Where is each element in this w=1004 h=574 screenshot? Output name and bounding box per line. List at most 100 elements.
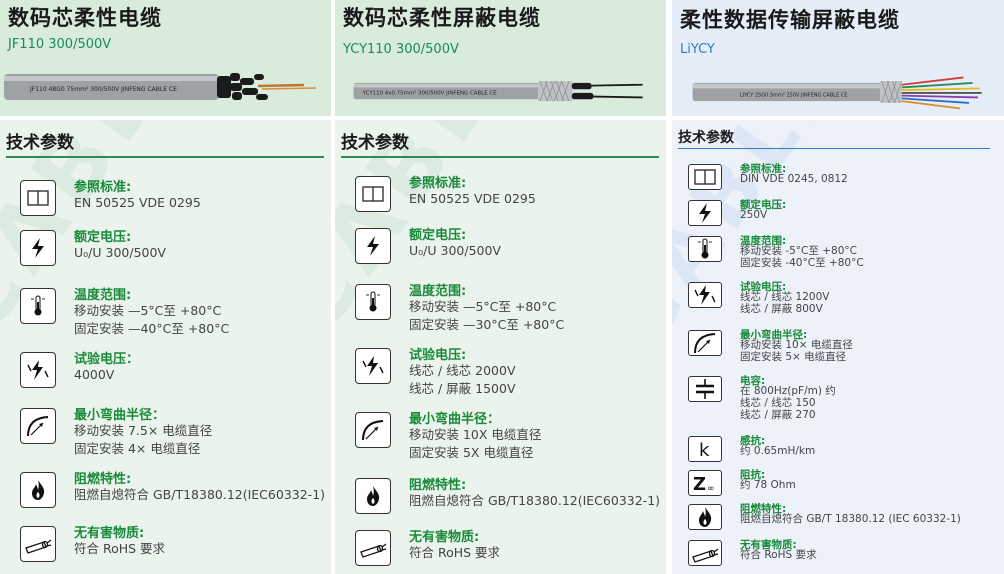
- spec-value: 固定安装 5X 电缆直径: [409, 445, 534, 460]
- spec-label: 额定电压:: [409, 228, 467, 243]
- spec-value: 线芯 / 线芯 150: [740, 397, 816, 409]
- spec-label: 阻燃特性:: [74, 472, 132, 487]
- panel-model: YCY110 300/500V: [343, 42, 459, 57]
- bend-radius-icon: [355, 412, 391, 448]
- spec-label: 最小弯曲半径：: [409, 412, 501, 427]
- spec-value: 移动安装 7.5× 电缆直径: [74, 423, 213, 438]
- tech-title: 技术参数: [341, 133, 409, 153]
- lightning-icon: [688, 200, 722, 226]
- impedance-icon: Z ∞: [688, 470, 722, 496]
- panel-title: 柔性数据传输屏蔽电缆: [680, 8, 900, 32]
- spec-value: 移动安装 10× 电缆直径: [740, 339, 853, 351]
- lightning-icon: [355, 228, 391, 264]
- spec-value: 移动安装 -5°C至 +80°C: [740, 245, 857, 257]
- spec-value: 4000V: [74, 367, 115, 382]
- spec-value: 线芯 / 线芯 2000V: [409, 363, 516, 378]
- panel-model: LiYCY: [680, 42, 715, 57]
- spec-value: 固定安装 5× 电缆直径: [740, 351, 847, 363]
- panel-model: JF110 300/500V: [8, 37, 112, 52]
- test-voltage-icon: [688, 282, 722, 308]
- spec-value: EN 50525 VDE 0295: [74, 195, 201, 210]
- spec-label: 温度范围:: [409, 284, 467, 299]
- cable-photo: JF110 48G0.75mm² 300/500V JINFENG CABLE …: [4, 73, 317, 100]
- panel-title: 数码芯柔性电缆: [8, 6, 162, 30]
- spec-label: 试验电压：: [74, 352, 140, 367]
- test-voltage-icon: [20, 352, 56, 388]
- bend-radius-icon: [688, 330, 722, 356]
- panel-header: 柔性数据传输屏蔽电缆 LiYCY LIYCY 25G0.5mm² 250V JI…: [672, 0, 1004, 116]
- spec-value: 线芯 / 屏蔽 270: [740, 409, 816, 421]
- cable-print: JF110 48G0.75mm² 300/500V JINFENG CABLE …: [29, 86, 177, 93]
- spec-value: 线芯 / 线芯 1200V: [740, 291, 830, 303]
- tech-divider: [341, 156, 659, 158]
- spec-value: 符合 RoHS 要求: [409, 545, 501, 560]
- spec-value: U₀/U 300/500V: [409, 243, 501, 258]
- thermometer-icon: [20, 288, 56, 324]
- spec-value: 固定安装 —40°C至 +80°C: [74, 321, 230, 336]
- tech-section: CABLE 技术参数 参照标准: DIN VDE 0245, 0812 额定电压: 2…: [672, 120, 1004, 574]
- cable-icon: [20, 526, 56, 562]
- spec-value: 符合 RoHS 要求: [740, 549, 817, 561]
- lightning-icon: [20, 230, 56, 266]
- spec-value: 阻燃自熄符合 GB/T 18380.12 (IEC 60332-1): [740, 513, 961, 525]
- spec-value: 符合 RoHS 要求: [74, 541, 166, 556]
- spec-label: 无有害物质:: [409, 530, 480, 545]
- tech-section: CABLE 技术参数 参照标准: EN 50525 VDE 0295 额定电压: U₀…: [0, 120, 331, 574]
- spec-value: 阻燃自熄符合 GB/T18380.12(IEC60332-1): [409, 493, 661, 508]
- spec-value: 移动安装 —5°C至 +80°C: [74, 303, 222, 318]
- book-icon: [688, 164, 722, 190]
- inductance-icon: k: [688, 436, 722, 462]
- panel-title: 数码芯柔性屏蔽电缆: [343, 6, 541, 30]
- spec-value: 约 0.65mH/km: [740, 445, 816, 457]
- flame-icon: [688, 504, 722, 530]
- tech-divider: [6, 156, 324, 158]
- spec-value: 约 78 Ohm: [740, 479, 796, 491]
- spec-label: 试验电压:: [409, 348, 467, 363]
- spec-label: 额定电压:: [74, 230, 132, 245]
- spec-value: EN 50525 VDE 0295: [409, 191, 536, 206]
- svg-text:∞: ∞: [707, 484, 715, 493]
- test-voltage-icon: [355, 348, 391, 384]
- thermometer-icon: [355, 284, 391, 320]
- tech-title: 技术参数: [678, 130, 734, 146]
- svg-text:k: k: [699, 440, 710, 459]
- cable-icon: [688, 540, 722, 566]
- spec-value: 阻燃自熄符合 GB/T18380.12(IEC60332-1): [74, 487, 326, 502]
- cable-photo: YCY110 4x0.75mm² 300/500V JINFENG CABLE …: [353, 80, 643, 102]
- spec-label: 参照标准:: [74, 180, 132, 195]
- cable-print: LIYCY 25G0.5mm² 250V JINFENG CABLE CE: [740, 93, 848, 99]
- spec-value: 移动安装 10X 电缆直径: [409, 427, 542, 442]
- spec-label: 阻燃特性:: [409, 478, 467, 493]
- cable-photo: LIYCY 25G0.5mm² 250V JINFENG CABLE CE: [692, 76, 982, 110]
- spec-value: U₀/U 300/500V: [74, 245, 166, 260]
- flame-icon: [20, 472, 56, 508]
- spec-value: 在 800Hz(pF/m) 约: [740, 385, 836, 397]
- spec-value: 固定安装 —30°C至 +80°C: [409, 317, 565, 332]
- cable-panel-liycy: 柔性数据传输屏蔽电缆 LiYCY LIYCY 25G0.5mm² 250V JI…: [672, 0, 1004, 574]
- cable-panel-jf110: 数码芯柔性电缆 JF110 300/500V JF110 48G0.75mm² …: [0, 0, 331, 574]
- cable-print: YCY110 4x0.75mm² 300/500V JINFENG CABLE …: [362, 90, 498, 97]
- bend-radius-icon: [20, 408, 56, 444]
- spec-value: 移动安装 —5°C至 +80°C: [409, 299, 557, 314]
- spec-value: 线芯 / 屏蔽 800V: [740, 303, 823, 315]
- thermometer-icon: [688, 236, 722, 262]
- spec-value: 250V: [740, 209, 768, 221]
- spec-label: 温度范围:: [74, 288, 132, 303]
- cable-panel-ycy110: 数码芯柔性屏蔽电缆 YCY110 300/500V YCY110 4x0.75m…: [335, 0, 666, 574]
- flame-icon: [355, 478, 391, 514]
- spec-value: 线芯 / 屏蔽 1500V: [409, 381, 516, 396]
- spec-label: 无有害物质:: [74, 526, 145, 541]
- tech-title: 技术参数: [6, 133, 74, 153]
- capacitor-icon: [688, 376, 722, 402]
- tech-divider: [678, 148, 990, 149]
- book-icon: [20, 180, 56, 216]
- tech-section: CABLE 技术参数 参照标准: EN 50525 VDE 0295 额定电压: U₀…: [335, 120, 666, 574]
- book-icon: [355, 176, 391, 212]
- svg-text:Z: Z: [693, 474, 706, 493]
- spec-value: 固定安装 -40°C至 +80°C: [740, 257, 864, 269]
- panel-header: 数码芯柔性电缆 JF110 300/500V JF110 48G0.75mm² …: [0, 0, 331, 116]
- spec-value: 固定安装 4× 电缆直径: [74, 441, 201, 456]
- cable-icon: [355, 530, 391, 566]
- spec-label: 参照标准:: [409, 176, 467, 191]
- spec-label: 最小弯曲半径：: [74, 408, 166, 423]
